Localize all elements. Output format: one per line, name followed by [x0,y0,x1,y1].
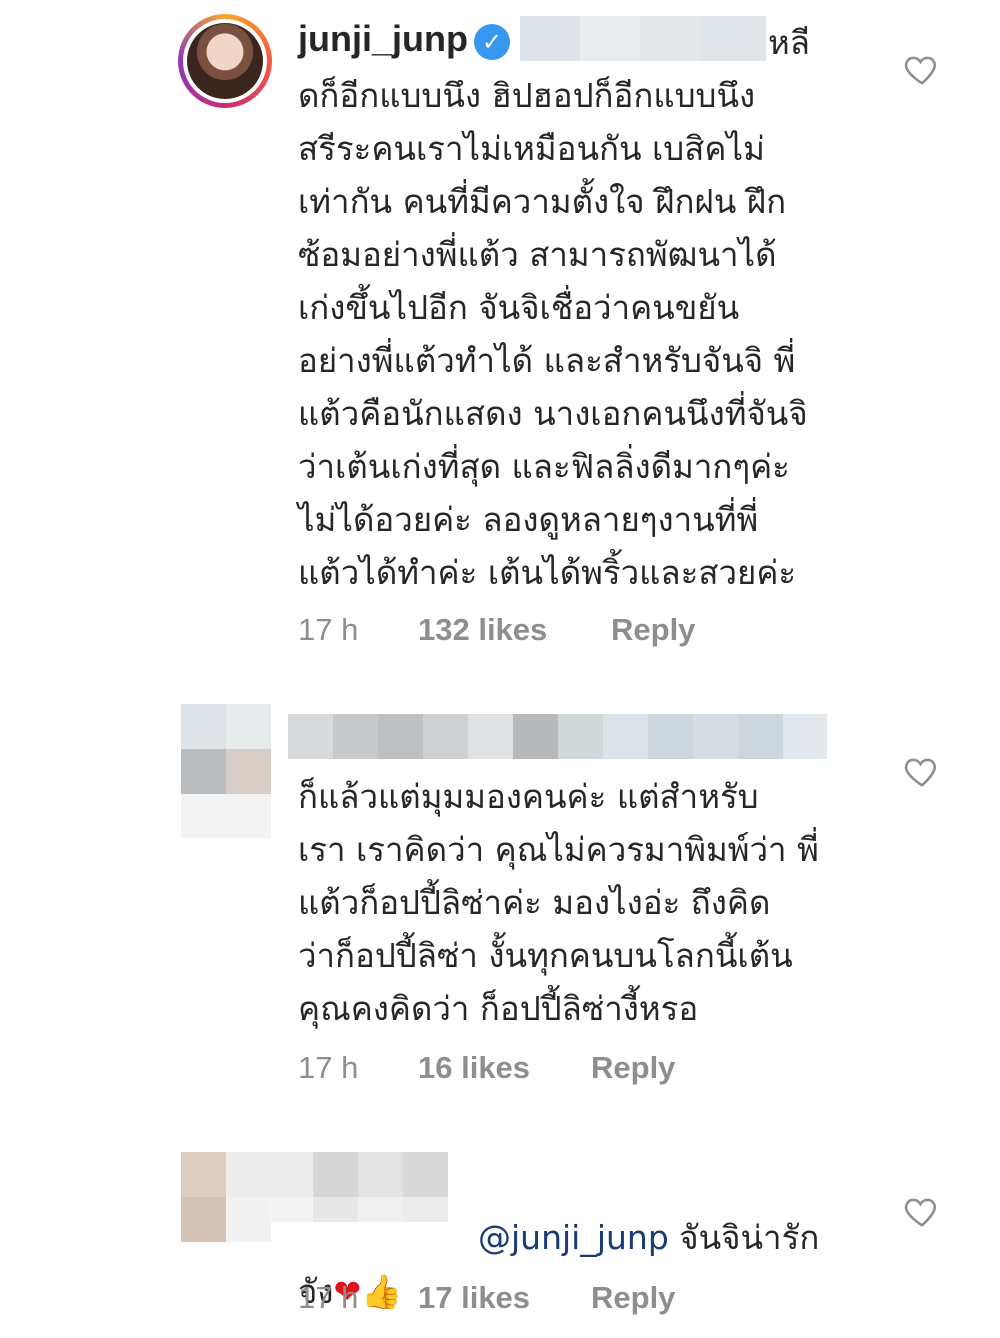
comment-text: ก็แล้วแต่มุมมองคนค่ะ แต่สำหรับ เรา เราคิ… [298,777,819,1028]
likes-count[interactable]: 132 likes [418,612,547,648]
comment-time[interactable]: 17 h [298,1280,358,1316]
reply-button[interactable]: Reply [591,1050,675,1086]
verified-badge-icon: ✓ [474,24,510,60]
likes-count[interactable]: 16 likes [418,1050,530,1086]
comment-username[interactable]: junji_junp [298,18,468,60]
avatar-blurred[interactable] [181,1152,271,1242]
comment-text-first: หลี [768,23,810,62]
comment-2: ก็แล้วแต่มุมมองคนค่ะ แต่สำหรับ เรา เราคิ… [0,690,1000,1110]
avatar-blurred[interactable] [181,704,271,794]
thumbs-up-emoji: 👍 [361,1272,403,1311]
reply-button[interactable]: Reply [591,1280,675,1316]
heart-outline-icon[interactable] [903,50,941,88]
comment-time[interactable]: 17 h [298,1050,358,1086]
blurred-username [268,1152,448,1197]
comment-text-line2: จัง❤👍 [298,1212,878,1318]
heart-outline-icon[interactable] [903,1192,941,1230]
reply-button[interactable]: Reply [611,612,695,648]
likes-count[interactable]: 17 likes [418,1280,530,1316]
comment-text: ดก็อีกแบบนึง ฮิปฮอปก็อีกแบบนึง สรีระคนเร… [298,76,808,592]
blurred-username [288,714,827,759]
comment-3: @junji_junp จันจิน่ารัก จัง❤👍 17 h 17 li… [0,1140,1000,1338]
comment-1: junji_junp ✓ หลี ดก็อีกแบบนึง ฮิปฮอปก็อี… [0,0,1000,680]
avatar-junji-junp[interactable] [178,14,272,108]
comment-time[interactable]: 17 h [298,612,358,648]
blurred-text [520,16,766,61]
heart-outline-icon[interactable] [903,752,941,790]
